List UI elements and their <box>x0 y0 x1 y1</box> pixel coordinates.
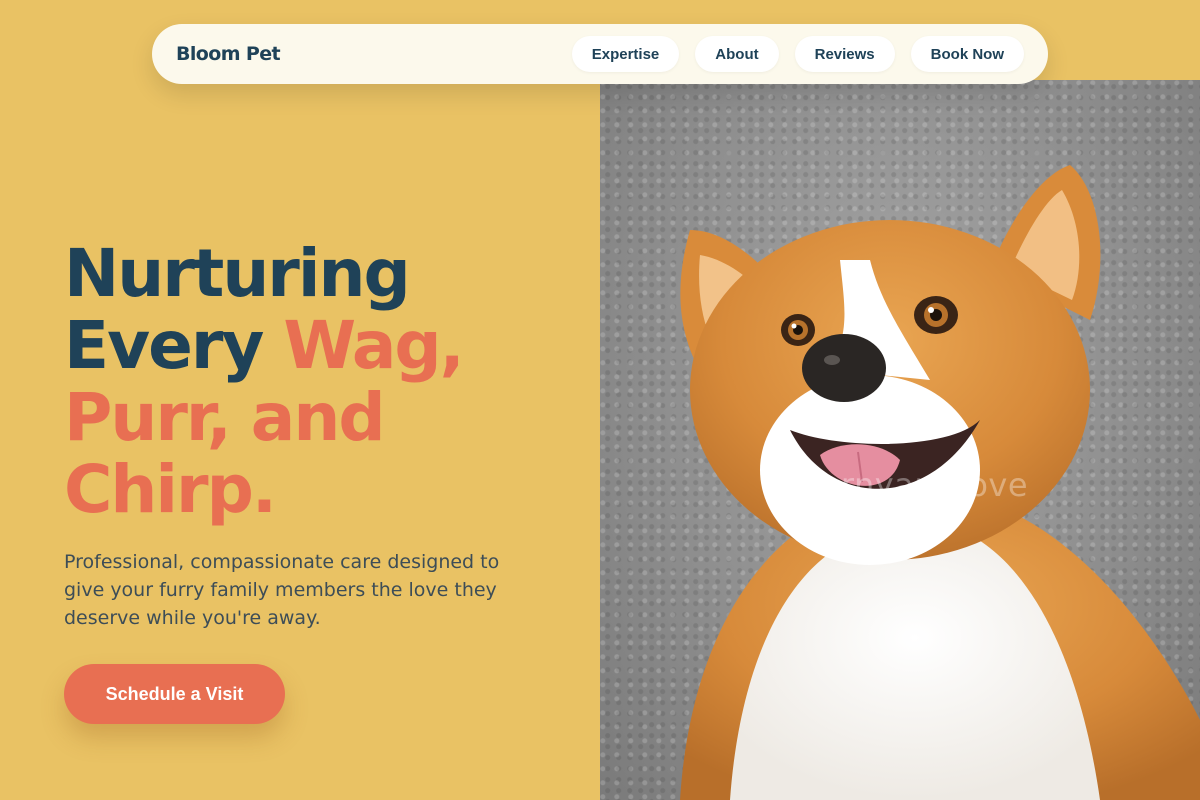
photo-watermark: barnyard.love <box>800 466 1029 504</box>
headline-part-3: Wag, <box>283 307 464 384</box>
hero-dog-photo: barnyard.love <box>600 80 1200 800</box>
hero-headline: Nurturing Every Wag, Purr, and Chirp. <box>64 238 564 526</box>
nav-links: Expertise About Reviews Book Now <box>571 36 1024 72</box>
corgi-illustration <box>680 165 1200 800</box>
headline-part-5: Chirp. <box>64 451 277 528</box>
brand-logo[interactable]: Bloom Pet <box>176 43 281 65</box>
hero-subtitle: Professional, compassionate care designe… <box>64 551 500 629</box>
nav-link-book-now[interactable]: Book Now <box>910 36 1024 72</box>
nav-link-reviews[interactable]: Reviews <box>794 36 895 72</box>
headline-part-2: Every <box>64 307 284 384</box>
schedule-visit-button[interactable]: Schedule a Visit <box>64 664 285 724</box>
headline-part-1: Nurturing <box>64 235 411 312</box>
top-navbar: Bloom Pet Expertise About Reviews Book N… <box>152 24 1048 84</box>
nav-link-expertise[interactable]: Expertise <box>571 36 680 72</box>
nav-link-about[interactable]: About <box>695 36 779 72</box>
headline-part-4: Purr, and <box>64 379 386 456</box>
